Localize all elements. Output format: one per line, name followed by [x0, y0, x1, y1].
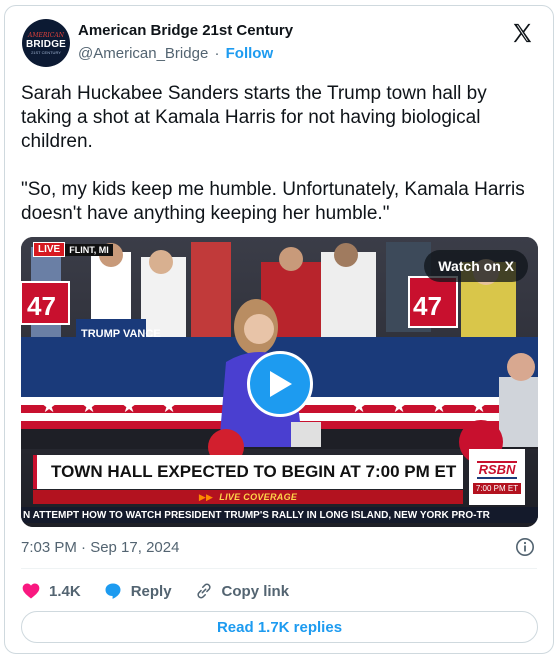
read-replies-button[interactable]: Read 1.7K replies	[21, 611, 538, 643]
like-count: 1.4K	[49, 582, 81, 600]
live-label: LIVE	[33, 242, 66, 257]
play-button[interactable]	[247, 351, 313, 417]
live-coverage-bar: ▶▶ LIVE COVERAGE	[33, 490, 463, 504]
author-handle[interactable]: @American_Bridge	[78, 45, 208, 62]
info-icon[interactable]	[515, 537, 535, 557]
svg-text:★: ★	[431, 396, 447, 417]
tweet-text: Sarah Huckabee Sanders starts the Trump …	[21, 83, 525, 224]
author-name[interactable]: American Bridge 21st Century	[78, 22, 293, 39]
network-logo: RSBN 7:00 PM ET	[469, 449, 525, 505]
follow-button[interactable]: Follow	[226, 45, 274, 62]
avatar[interactable]: AMERICAN BRIDGE 21ST CENTURY	[22, 19, 70, 67]
divider	[21, 568, 537, 569]
sign-47-left: 47	[27, 291, 56, 321]
watch-on-x-button[interactable]: Watch on X	[424, 250, 528, 282]
live-badge: LIVE FLINT, MI	[33, 242, 113, 257]
avatar-sub-text: 21ST CENTURY	[31, 49, 61, 55]
like-button[interactable]: 1.4K	[21, 581, 81, 601]
network-time: 7:00 PM ET	[472, 482, 522, 494]
tweet-timestamp[interactable]: 7:03 PM · Sep 17, 2024	[21, 539, 179, 556]
svg-text:★: ★	[471, 396, 487, 417]
location-label: FLINT, MI	[65, 243, 113, 256]
x-logo-icon[interactable]	[511, 22, 533, 44]
reply-label: Reply	[130, 582, 172, 600]
svg-text:★: ★	[161, 396, 177, 417]
separator-dot: ·	[214, 45, 220, 62]
svg-text:★: ★	[391, 396, 407, 417]
video-player[interactable]: 47 47 TRUMP VANCE ★ ★ ★ ★ ★ ★ ★ ★ LIVE F…	[21, 237, 538, 527]
action-bar: 1.4K Reply Copy link	[21, 578, 311, 604]
reply-bubble-icon	[105, 583, 121, 599]
live-coverage-arrows: ▶▶	[198, 491, 214, 502]
news-ticker: N ATTEMPT HOW TO WATCH PRESIDENT TRUMP'S…	[21, 507, 538, 523]
headline-banner: TOWN HALL EXPECTED TO BEGIN AT 7:00 PM E…	[33, 455, 463, 489]
author-handle-row: @American_Bridge · Follow	[78, 45, 273, 62]
play-icon	[270, 371, 292, 397]
copy-link-button[interactable]: Copy link	[194, 581, 290, 601]
reply-button[interactable]: Reply	[103, 581, 172, 601]
sign-47-right: 47	[413, 291, 442, 321]
avatar-top-text: AMERICAN	[28, 31, 64, 39]
svg-text:★: ★	[41, 396, 57, 417]
copy-link-label: Copy link	[221, 582, 290, 600]
svg-text:★: ★	[351, 396, 367, 417]
live-coverage-label: LIVE COVERAGE	[219, 492, 298, 502]
svg-text:★: ★	[121, 396, 137, 417]
link-icon	[196, 583, 211, 599]
tweet-card: AMERICAN BRIDGE 21ST CENTURY American Br…	[4, 5, 554, 654]
svg-text:★: ★	[81, 396, 97, 417]
heart-icon	[22, 583, 40, 599]
network-name: RSBN	[476, 460, 518, 479]
avatar-main-text: BRIDGE	[25, 38, 67, 50]
